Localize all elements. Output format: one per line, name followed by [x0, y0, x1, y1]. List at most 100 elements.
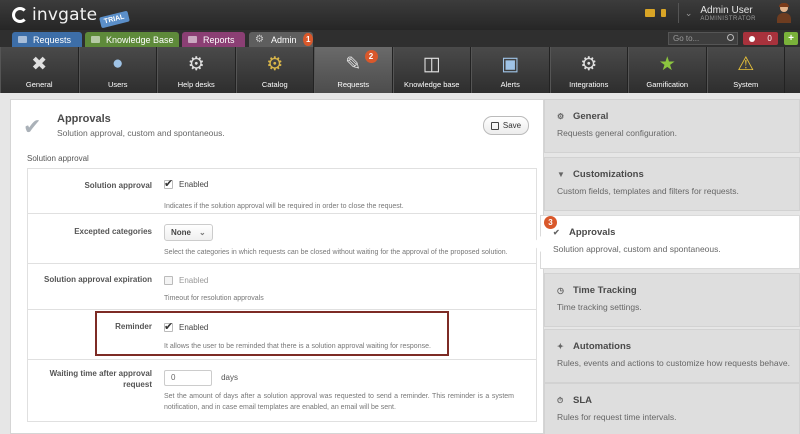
- sidebar-item-label: Time Tracking: [573, 285, 637, 296]
- excepted-categories-select[interactable]: None ⌄: [164, 224, 213, 241]
- tab-reports[interactable]: Reports: [182, 32, 245, 47]
- checkbox-label: Enabled: [179, 276, 209, 285]
- logo[interactable]: invgate TRIAL: [12, 5, 130, 28]
- save-button[interactable]: Save: [483, 116, 529, 135]
- setting-row-expiration: Solution approval expiration Enabled Tim…: [27, 264, 537, 310]
- toolbar-label: Help desks: [177, 80, 215, 89]
- approvals-panel: ✔ Approvals Solution approval, custom an…: [10, 99, 544, 434]
- gear-icon: ⚙: [557, 112, 565, 121]
- toolbar-requests[interactable]: ✎ Requests 2: [314, 47, 393, 93]
- gear-icon: ⚙: [255, 34, 264, 45]
- book-icon: [91, 36, 100, 43]
- sidebar-item-approvals[interactable]: 3 ✔ Approvals Solution approval, custom a…: [532, 215, 800, 269]
- toolbar-label: Gamification: [646, 80, 689, 89]
- solution-approval-checkbox[interactable]: Enabled: [164, 177, 208, 190]
- requests-icon: ✎: [345, 53, 362, 75]
- helpdesk-icon: ⚙: [187, 53, 205, 75]
- user-menu[interactable]: Admin User ADMINISTRATOR: [700, 5, 756, 22]
- toolbar-system[interactable]: ⚠ System: [706, 47, 785, 93]
- toolbar-general[interactable]: ✖ General: [0, 47, 79, 93]
- toolbar-users[interactable]: ● Users: [78, 47, 157, 93]
- sidebar-item-desc: Time tracking settings.: [557, 302, 642, 312]
- toolbar-knowledge-base[interactable]: ◫ Knowledge base: [392, 47, 471, 93]
- tab-admin[interactable]: ⚙ Admin 1: [249, 32, 313, 47]
- sidebar-item-automations[interactable]: ✦ Automations Rules, events and actions t…: [544, 329, 800, 383]
- system-icon: ⚠: [737, 53, 755, 75]
- tab-label: Requests: [33, 34, 72, 45]
- sidebar-item-time-tracking[interactable]: ◷ Time Tracking Time tracking settings.: [544, 273, 800, 327]
- avatar[interactable]: [776, 3, 792, 23]
- add-button[interactable]: +: [784, 32, 798, 45]
- save-icon: [490, 121, 499, 130]
- sidebar-item-label: Automations: [573, 341, 632, 352]
- tab-knowledge-base[interactable]: Knowledge Base: [85, 32, 179, 47]
- toolbar-label: Catalog: [261, 80, 288, 89]
- toolbar-catalog[interactable]: ⚙ Catalog: [235, 47, 314, 93]
- sidebar-item-customizations[interactable]: ▼ Customizations Custom fields, templates…: [544, 157, 800, 211]
- chevron-down-icon: ⌄: [199, 228, 206, 237]
- reports-icon: [188, 36, 197, 43]
- tab-label: Reports: [203, 34, 235, 45]
- page-subtitle: Solution approval, custom and spontaneou…: [57, 128, 225, 138]
- waiting-days-input[interactable]: 0: [164, 370, 212, 386]
- toolbar-integrations[interactable]: ⚙ Integrations: [549, 47, 628, 93]
- users-icon: ●: [112, 53, 124, 74]
- admin-badge: 1: [303, 33, 313, 46]
- alert-count: 0: [767, 34, 772, 43]
- sidebar-item-sla[interactable]: ⏱ SLA Rules for request time intervals.: [544, 383, 800, 434]
- notification-icon[interactable]: [644, 9, 655, 17]
- toolbar-label: Knowledge base: [404, 80, 460, 89]
- sidebar-item-general[interactable]: ⚙ General Requests general configuration.: [544, 99, 800, 153]
- alerts-button[interactable]: 0: [743, 32, 778, 45]
- toolbar-label: System: [733, 80, 759, 89]
- tab-requests[interactable]: Requests: [12, 32, 82, 47]
- check-icon: ✔: [553, 228, 560, 237]
- alerts-icon: ▣: [501, 53, 520, 75]
- sidebar-item-desc: Rules, events and actions to customize h…: [557, 358, 790, 368]
- requests-badge: 2: [364, 50, 378, 63]
- sla-icon: ⏱: [557, 395, 564, 405]
- save-label: Save: [502, 121, 522, 130]
- setting-hint: Indicates if the solution approval will …: [164, 203, 404, 210]
- setting-row-waiting-time: Waiting time after approval request 0 da…: [27, 360, 537, 422]
- toolbar-label: Users: [107, 80, 128, 89]
- active-indicator: [532, 236, 541, 252]
- tab-label: Knowledge Base: [106, 34, 174, 45]
- sidebar-item-desc: Custom fields, templates and filters for…: [557, 186, 739, 196]
- setting-label: Solution approval expiration: [43, 275, 152, 284]
- checkbox-box[interactable]: [164, 276, 173, 285]
- sidebar-item-desc: Solution approval, custom and spontaneou…: [553, 244, 721, 254]
- integrations-icon: ⚙: [580, 53, 598, 75]
- search-icon[interactable]: [727, 34, 734, 41]
- toolbar-label: Alerts: [500, 80, 520, 89]
- toolbar-help-desks[interactable]: ⚙ Help desks: [157, 47, 236, 93]
- select-value: None: [171, 228, 191, 237]
- admin-toolbar: ✖ General ● Users ⚙ Help desks ⚙ Catalog…: [0, 47, 800, 93]
- user-name: Admin User: [700, 4, 753, 16]
- database-icon: ◫: [422, 53, 441, 75]
- unit-label: days: [221, 373, 238, 382]
- tools-icon: ✖: [31, 53, 48, 75]
- reminder-highlight-box: [95, 311, 449, 356]
- toolbar-label: Requests: [337, 80, 370, 89]
- sidebar-item-desc: Rules for request time intervals.: [557, 412, 677, 422]
- user-role: ADMINISTRATOR: [700, 15, 756, 22]
- checkbox-box[interactable]: [164, 177, 173, 190]
- gamification-icon: ★: [658, 53, 676, 75]
- sidebar-item-label: General: [573, 111, 609, 122]
- wand-icon: ✦: [557, 342, 564, 351]
- toolbar-gamification[interactable]: ★ Gamification: [628, 47, 707, 93]
- clock-icon: ◷: [557, 286, 564, 295]
- chevron-down-icon[interactable]: ⌄: [685, 8, 693, 19]
- bookmark-icon[interactable]: [660, 9, 666, 17]
- alert-icon: [749, 35, 756, 42]
- sidebar-item-label: Customizations: [573, 169, 644, 180]
- approvals-badge: 3: [544, 216, 557, 229]
- setting-row-excepted-categories: Excepted categories None ⌄ Select the ca…: [27, 214, 537, 264]
- section-title: Solution approval: [27, 154, 89, 163]
- setting-label: Solution approval: [84, 181, 152, 190]
- toolbar-alerts[interactable]: ▣ Alerts: [471, 47, 550, 93]
- page-title: Approvals: [57, 113, 111, 125]
- trial-badge: TRIAL: [99, 10, 130, 28]
- expiration-checkbox[interactable]: Enabled: [164, 276, 208, 285]
